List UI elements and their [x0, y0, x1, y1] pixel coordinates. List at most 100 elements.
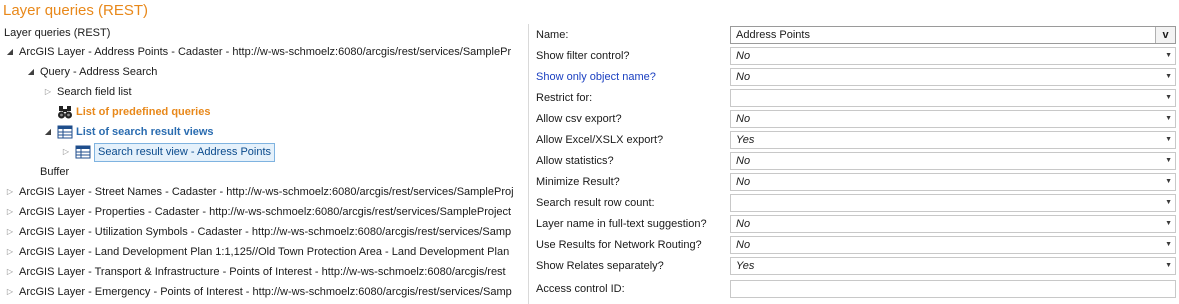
dropdown-arrow-icon[interactable]: ▼ — [1165, 69, 1172, 85]
network-routing-select[interactable]: No ▼ — [730, 236, 1176, 254]
table-icon — [75, 144, 91, 160]
dropdown-arrow-icon[interactable]: ▼ — [1165, 195, 1172, 211]
collapsed-arrow-icon[interactable]: ▷ — [43, 82, 53, 102]
dropdown-arrow-icon[interactable]: ▼ — [1165, 258, 1172, 274]
tree-node-label: Buffer — [40, 166, 70, 178]
tree-node-label: ArcGIS Layer - Street Names - Cadaster -… — [19, 186, 514, 198]
prop-row-show-only-object-name: Show only object name? No ▼ — [529, 67, 1179, 88]
show-relates-separately-select[interactable]: Yes ▼ — [730, 257, 1176, 275]
tree-node-search-field-list[interactable]: ▷ Search field list — [43, 82, 132, 102]
tree-node-label: List of search result views — [76, 126, 214, 138]
tree-node-label: ArcGIS Layer - Address Points - Cadaster… — [19, 46, 512, 58]
prop-row-search-result-row-count: Search result row count: ▼ — [529, 193, 1179, 214]
tree-node-properties-layer[interactable]: ▷ ArcGIS Layer - Properties - Cadaster -… — [5, 202, 511, 222]
tree-node-transport-infrastructure-layer[interactable]: ▷ ArcGIS Layer - Transport & Infrastruct… — [5, 262, 506, 282]
name-variable-button[interactable]: v — [1155, 27, 1175, 43]
prop-label: Minimize Result? — [536, 176, 620, 188]
tree-node-label: ArcGIS Layer - Utilization Symbols - Cad… — [19, 226, 512, 238]
name-value: Address Points — [736, 29, 810, 41]
prop-row-layer-name-full-text: Layer name in full-text suggestion? No ▼ — [529, 214, 1179, 235]
restrict-for-select[interactable]: ▼ — [730, 89, 1176, 107]
prop-label: Show Relates separately? — [536, 260, 664, 272]
select-value: No — [736, 239, 751, 251]
dropdown-arrow-icon[interactable]: ▼ — [1165, 216, 1172, 232]
tree-node-label: ArcGIS Layer - Emergency - Points of Int… — [19, 286, 512, 298]
access-control-id-input[interactable] — [730, 280, 1176, 298]
prop-label: Use Results for Network Routing? — [536, 239, 702, 251]
tree-node-emergency-layer[interactable]: ▷ ArcGIS Layer - Emergency - Points of I… — [5, 282, 512, 302]
collapsed-arrow-icon[interactable]: ▷ — [61, 142, 71, 162]
select-value: No — [736, 218, 751, 230]
prop-label: Layer name in full-text suggestion? — [536, 218, 707, 230]
prop-label: Search result row count: — [536, 197, 655, 209]
search-result-row-count-select[interactable]: ▼ — [730, 194, 1176, 212]
dropdown-arrow-icon[interactable]: ▼ — [1165, 174, 1172, 190]
prop-label: Show filter control? — [536, 50, 630, 62]
expanded-arrow-icon[interactable]: ◢ — [5, 42, 15, 62]
prop-label: Allow statistics? — [536, 155, 614, 167]
show-only-object-name-select[interactable]: No ▼ — [730, 68, 1176, 86]
allow-statistics-select[interactable]: No ▼ — [730, 152, 1176, 170]
select-value: Yes — [736, 134, 755, 146]
select-value: No — [736, 155, 751, 167]
prop-row-allow-excel-export: Allow Excel/XSLX export? Yes ▼ — [529, 130, 1179, 151]
tree-header: Layer queries (REST) — [4, 27, 111, 39]
collapsed-arrow-icon[interactable]: ▷ — [5, 222, 15, 242]
prop-label: Access control ID: — [536, 283, 625, 295]
tree-node-search-result-views[interactable]: ◢ List of search result views — [43, 122, 214, 142]
tree-node-label-selected: Search result view - Address Points — [94, 142, 276, 162]
prop-row-access-control-id: Access control ID: — [529, 279, 1179, 300]
collapsed-arrow-icon[interactable]: ▷ — [5, 182, 15, 202]
collapsed-arrow-icon[interactable]: ▷ — [5, 282, 15, 302]
layer-tree: Layer queries (REST) ◢ ArcGIS Layer - Ad… — [0, 24, 527, 304]
binoculars-icon — [57, 104, 73, 120]
collapsed-arrow-icon[interactable]: ▷ — [5, 262, 15, 282]
prop-row-allow-csv-export: Allow csv export? No ▼ — [529, 109, 1179, 130]
dropdown-arrow-icon[interactable]: ▼ — [1165, 237, 1172, 253]
dropdown-arrow-icon[interactable]: ▼ — [1165, 90, 1172, 106]
layer-name-full-text-select[interactable]: No ▼ — [730, 215, 1176, 233]
tree-node-search-result-view-address-points[interactable]: ▷ Search result view - Address Points — [61, 142, 276, 162]
table-icon — [57, 124, 73, 140]
dropdown-arrow-icon[interactable]: ▼ — [1165, 153, 1172, 169]
prop-row-name: Name: Address Points v — [529, 25, 1179, 46]
prop-row-minimize-result: Minimize Result? No ▼ — [529, 172, 1179, 193]
show-filter-control-select[interactable]: No ▼ — [730, 47, 1176, 65]
minimize-result-select[interactable]: No ▼ — [730, 173, 1176, 191]
tree-node-predefined-queries[interactable]: List of predefined queries — [57, 102, 210, 122]
dropdown-arrow-icon[interactable]: ▼ — [1165, 48, 1172, 64]
tree-node-label: List of predefined queries — [76, 106, 211, 118]
name-input[interactable]: Address Points v — [730, 26, 1176, 44]
dropdown-arrow-icon[interactable]: ▼ — [1165, 132, 1172, 148]
tree-node-utilization-symbols-layer[interactable]: ▷ ArcGIS Layer - Utilization Symbols - C… — [5, 222, 511, 242]
select-value: Yes — [736, 260, 755, 272]
allow-excel-export-select[interactable]: Yes ▼ — [730, 131, 1176, 149]
tree-node-label: ArcGIS Layer - Transport & Infrastructur… — [19, 266, 506, 278]
dropdown-arrow-icon[interactable]: ▼ — [1165, 111, 1172, 127]
tree-node-label: Search field list — [57, 86, 132, 98]
prop-row-network-routing: Use Results for Network Routing? No ▼ — [529, 235, 1179, 256]
select-value: No — [736, 176, 751, 188]
expanded-arrow-icon[interactable]: ◢ — [43, 122, 53, 142]
tree-node-label: ArcGIS Layer - Properties - Cadaster - h… — [19, 206, 512, 218]
allow-csv-export-select[interactable]: No ▼ — [730, 110, 1176, 128]
select-value: No — [736, 71, 751, 83]
tree-node-address-points-layer[interactable]: ◢ ArcGIS Layer - Address Points - Cadast… — [5, 42, 511, 62]
tree-node-label: ArcGIS Layer - Land Development Plan 1:1… — [19, 246, 510, 258]
tree-node-buffer[interactable]: Buffer — [40, 162, 69, 182]
prop-label: Restrict for: — [536, 92, 593, 104]
prop-label-link[interactable]: Show only object name? — [536, 67, 656, 88]
tree-node-street-names-layer[interactable]: ▷ ArcGIS Layer - Street Names - Cadaster… — [5, 182, 514, 202]
prop-row-show-filter-control: Show filter control? No ▼ — [529, 46, 1179, 67]
page-title: Layer queries (REST) — [3, 2, 149, 19]
tree-node-query-address-search[interactable]: ◢ Query - Address Search — [26, 62, 157, 82]
prop-row-restrict-for: Restrict for: ▼ — [529, 88, 1179, 109]
collapsed-arrow-icon[interactable]: ▷ — [5, 202, 15, 222]
prop-label-name: Name: — [536, 29, 569, 41]
prop-label: Allow csv export? — [536, 113, 622, 125]
expanded-arrow-icon[interactable]: ◢ — [26, 62, 36, 82]
properties-panel: Name: Address Points v Show filter contr… — [529, 24, 1179, 304]
tree-node-land-development-plan-layer[interactable]: ▷ ArcGIS Layer - Land Development Plan 1… — [5, 242, 509, 262]
collapsed-arrow-icon[interactable]: ▷ — [5, 242, 15, 262]
prop-row-show-relates-separately: Show Relates separately? Yes ▼ — [529, 256, 1179, 277]
